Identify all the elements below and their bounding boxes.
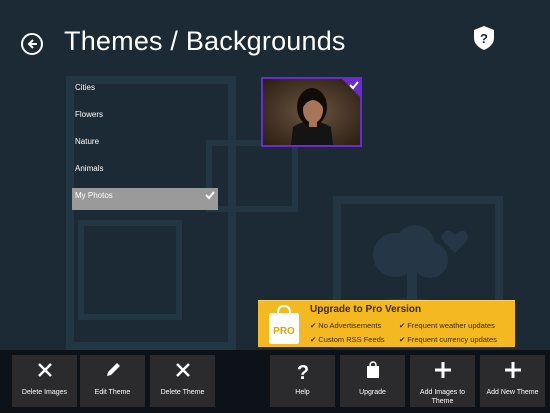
checkmark-icon (349, 81, 359, 90)
help-button[interactable]: ? Help (270, 355, 335, 407)
theme-item-my-photos[interactable]: My Photos (72, 188, 218, 210)
promo-feature: ✔ Frequent currency updates (399, 335, 497, 344)
button-label: Upgrade (359, 389, 386, 396)
promo-feature-text: Frequent weather updates (407, 321, 495, 330)
checkmark-icon (205, 191, 215, 200)
promo-feature-text: No Advertisements (318, 321, 382, 330)
add-new-theme-button[interactable]: Add New Theme (480, 355, 545, 407)
theme-item-label: Flowers (75, 110, 104, 119)
add-images-to-theme-button[interactable]: Add Images to Theme (410, 355, 475, 407)
header: Themes / Backgrounds ? (0, 0, 550, 72)
pencil-icon (106, 363, 120, 376)
button-label: Edit Theme (94, 389, 131, 396)
pro-bag-icon: PRO (269, 305, 299, 344)
edit-theme-button[interactable]: Edit Theme (80, 355, 145, 407)
pro-badge-text: PRO (273, 326, 295, 337)
x-icon (37, 363, 52, 377)
button-label: Delete Images (21, 389, 68, 396)
promo-feature-text: Frequent currency updates (407, 335, 497, 344)
theme-item-cities[interactable]: Cities (72, 80, 218, 102)
arrow-left-icon (27, 39, 37, 49)
app-bar: Delete Images Edit Theme Delete Theme ? … (0, 350, 550, 413)
promo-feature: ✔ No Advertisements (310, 321, 382, 330)
photo-thumbnail[interactable] (261, 77, 362, 147)
theme-list: Cities Flowers Nature Animals My Photos (72, 80, 218, 215)
svg-text:?: ? (296, 362, 308, 381)
theme-item-label: Animals (75, 164, 104, 173)
theme-item-label: My Photos (75, 191, 113, 200)
button-label: Delete Theme (160, 389, 205, 396)
upgrade-button[interactable]: Upgrade (340, 355, 405, 407)
plus-icon (504, 362, 521, 378)
shield-help-icon[interactable]: ? (473, 25, 495, 51)
question-icon: ? (296, 362, 308, 381)
upgrade-promo-banner[interactable]: PRO Upgrade to Pro Version ✔ No Advertise… (258, 300, 515, 347)
bag-icon (366, 361, 379, 378)
background-frame (206, 140, 298, 212)
promo-title: Upgrade to Pro Version (310, 304, 422, 315)
delete-theme-button[interactable]: Delete Theme (150, 355, 215, 407)
x-icon (175, 363, 190, 377)
plus-icon (434, 362, 451, 378)
page-title: Themes / Backgrounds (64, 26, 346, 56)
button-label: Help (295, 389, 310, 396)
button-label: Add New Theme (486, 389, 539, 396)
background-frame (78, 220, 182, 320)
theme-item-flowers[interactable]: Flowers (72, 107, 218, 129)
back-button[interactable] (21, 33, 43, 55)
button-label: Add Images to Theme (419, 389, 466, 405)
delete-images-button[interactable]: Delete Images (12, 355, 77, 407)
theme-item-animals[interactable]: Animals (72, 161, 218, 183)
svg-text:?: ? (480, 31, 488, 46)
theme-item-label: Nature (75, 137, 100, 146)
promo-feature: ✔ Frequent weather updates (399, 321, 495, 330)
theme-item-nature[interactable]: Nature (72, 134, 218, 156)
promo-feature: ✔ Custom RSS Feeds (310, 335, 385, 344)
promo-feature-text: Custom RSS Feeds (318, 335, 385, 344)
theme-item-label: Cities (75, 83, 96, 92)
